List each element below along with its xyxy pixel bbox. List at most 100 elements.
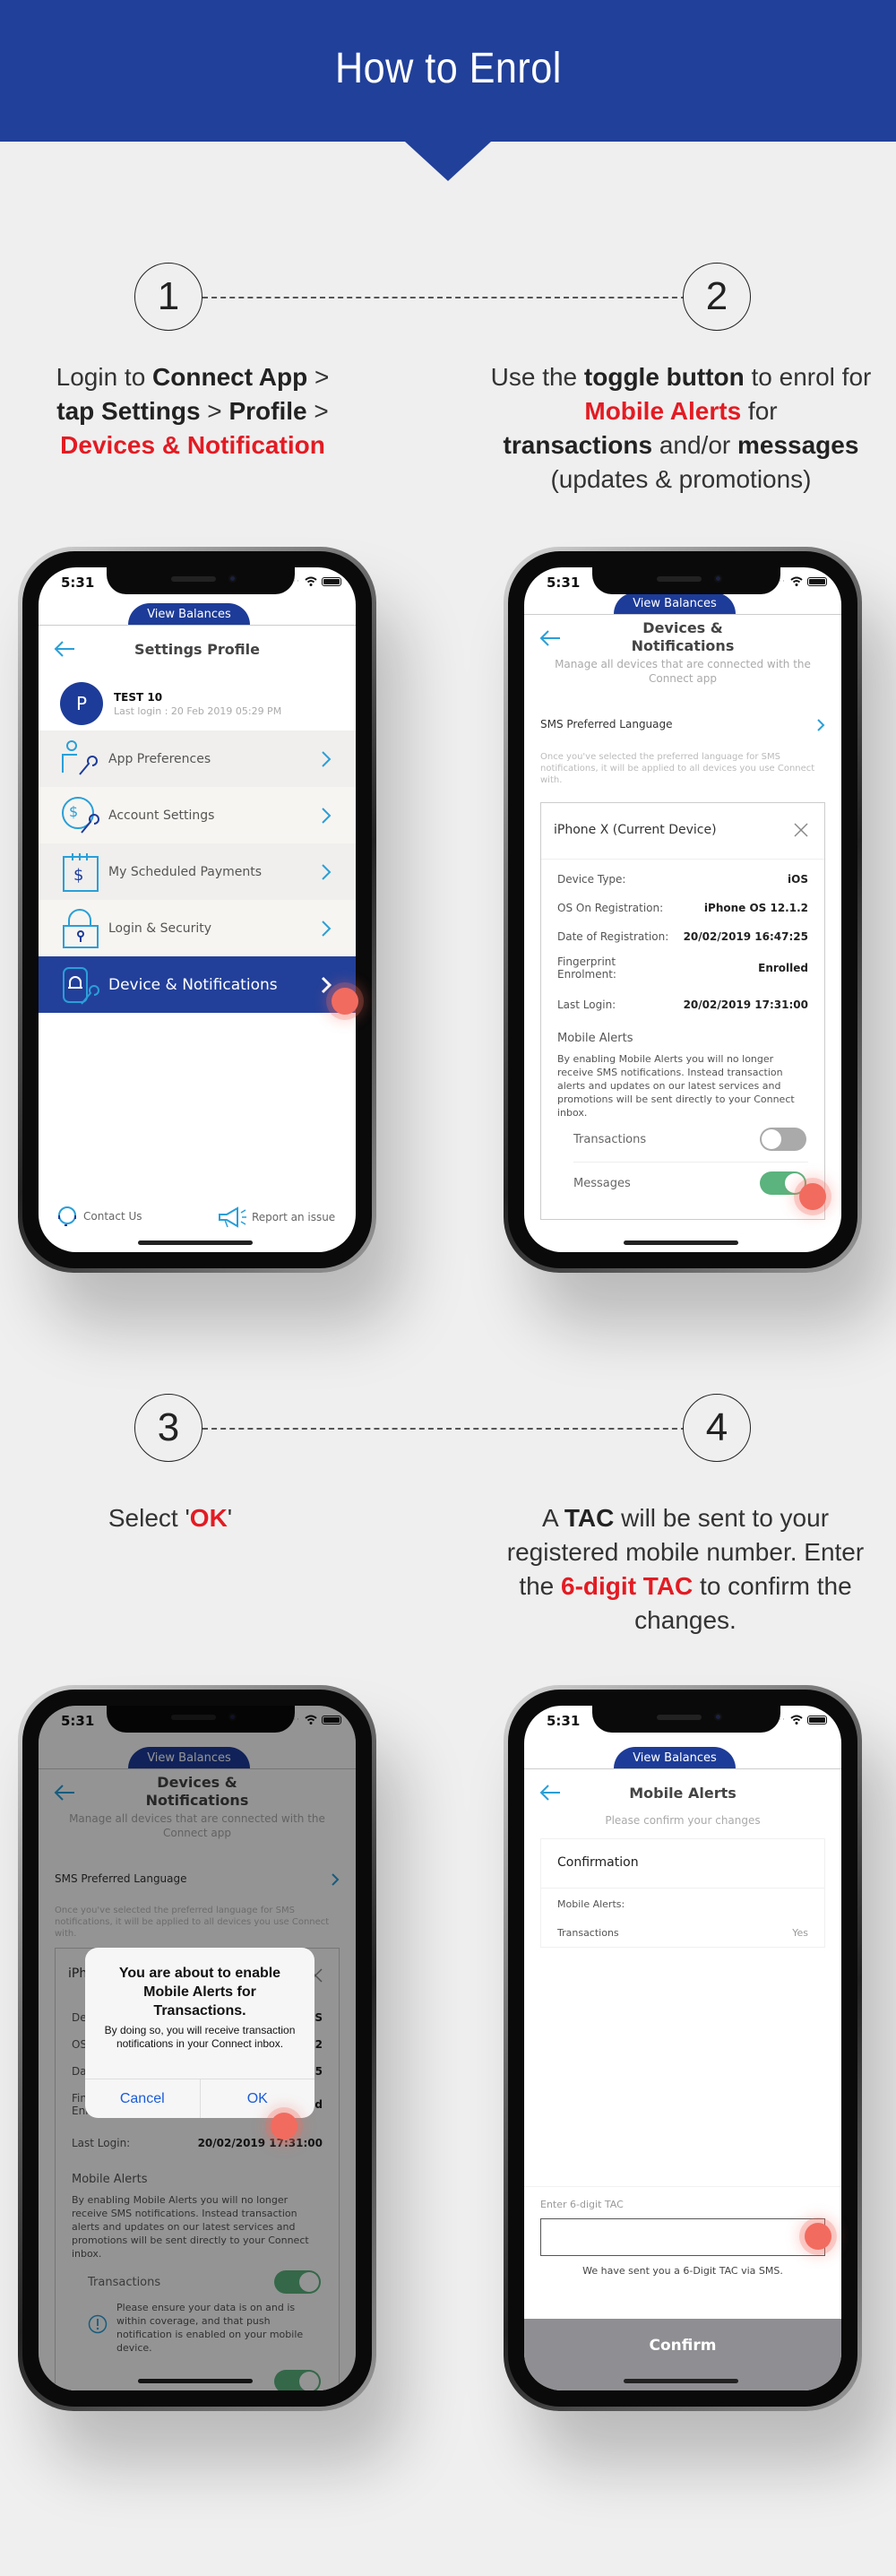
- text-bold: Connect App: [152, 363, 308, 391]
- svg-text:$: $: [73, 866, 83, 885]
- phone-step-1: 5:31 ···· View Balances Settings Profile…: [18, 547, 376, 1273]
- menu-label: My Scheduled Payments: [108, 864, 263, 879]
- sms-language-label: SMS Preferred Language: [540, 718, 673, 730]
- menu-item-account-settings[interactable]: $ Account Settings: [39, 787, 356, 843]
- step-connector-1-2: [202, 297, 686, 298]
- text: ': [227, 1504, 233, 1532]
- devices-notifications-screen: 5:31 ···· View Balances Devices &Notific…: [524, 567, 841, 1252]
- devices-notifications-dialog-screen: 5:31 ···· View Balances Devices &Notific…: [39, 1706, 356, 2390]
- chevron-right-icon: [322, 920, 332, 937]
- view-balances-tab[interactable]: View Balances: [614, 1747, 736, 1768]
- contact-us-label: Contact Us: [83, 1210, 142, 1223]
- text-highlight: Devices & Notification: [60, 431, 325, 459]
- battery-icon: [807, 576, 827, 586]
- chevron-right-icon: [322, 807, 332, 824]
- device-card: iPhone X (Current Device) Device Type: iO…: [540, 802, 825, 1220]
- view-balances-tab[interactable]: View Balances: [128, 603, 250, 625]
- battery-icon: [322, 576, 341, 586]
- home-indicator: [624, 1240, 738, 1245]
- dialog-cancel-button[interactable]: Cancel: [85, 2079, 201, 2118]
- page-title: How to Enrol: [334, 44, 562, 92]
- step-3-instruction: Select 'OK': [36, 1501, 305, 1535]
- confirmation-section: Mobile Alerts:: [557, 1898, 625, 1910]
- menu-label: Login & Security: [108, 921, 212, 936]
- kv-value: 20/02/2019 16:47:25: [683, 930, 808, 943]
- kv-label: Device Type:: [557, 873, 626, 886]
- text: >: [306, 397, 329, 425]
- text-bold: toggle button: [583, 363, 745, 391]
- last-login-row: Last Login: 20/02/2019 17:31:00: [557, 998, 808, 1011]
- banner-pointer: [405, 142, 491, 181]
- contact-us-link[interactable]: Contact Us: [55, 1204, 142, 1229]
- back-arrow-icon[interactable]: [53, 639, 76, 659]
- registration-date-row: Date of Registration: 20/02/2019 16:47:25: [557, 930, 808, 943]
- step-number-1: 1: [134, 263, 202, 331]
- phone-notch: [592, 1706, 780, 1733]
- text-bold: tap Settings: [56, 397, 201, 425]
- step-4-instruction: A TAC will be sent to your registered mo…: [493, 1501, 878, 1638]
- dialog-ok-button[interactable]: OK: [201, 2079, 315, 2118]
- chevron-right-icon: [817, 719, 825, 731]
- text: and/or: [652, 431, 737, 459]
- status-time: 5:31: [547, 575, 581, 591]
- wifi-icon: [790, 1715, 803, 1725]
- fingerprint-row: Fingerprint Enrolment: Enrolled: [557, 955, 808, 981]
- screen-title: Mobile Alerts: [629, 1785, 737, 1802]
- menu-label: Device & Notifications: [108, 975, 278, 994]
- menu-item-login-security[interactable]: Login & Security: [39, 900, 356, 956]
- step-number-2: 2: [683, 263, 751, 331]
- sms-preferred-language-row[interactable]: SMS Preferred Language: [540, 718, 825, 732]
- kv-label: Transactions: [557, 1927, 619, 1939]
- menu-item-app-preferences[interactable]: App Preferences: [39, 730, 356, 787]
- tac-label: Enter 6-digit TAC: [540, 2199, 624, 2210]
- kv-label: Date of Registration:: [557, 930, 669, 943]
- transactions-toggle[interactable]: [760, 1128, 806, 1151]
- kv-value: Enrolled: [758, 962, 808, 974]
- view-balances-tab[interactable]: View Balances: [614, 592, 736, 614]
- status-time: 5:31: [61, 575, 95, 591]
- wifi-icon: [305, 576, 317, 586]
- status-time: 5:31: [547, 1713, 581, 1729]
- screen-subtitle: Please confirm your changes: [605, 1814, 761, 1827]
- sms-language-note: Once you've selected the preferred langu…: [540, 752, 815, 785]
- report-issue-link[interactable]: Report an issue: [218, 1206, 335, 1229]
- phone-bell-wrench-icon: [63, 966, 99, 1005]
- divider: [39, 625, 356, 626]
- text: Use the: [490, 363, 584, 391]
- screen-title: Devices & Notifications: [569, 619, 797, 655]
- menu-item-scheduled-payments[interactable]: $ My Scheduled Payments: [39, 843, 356, 900]
- kv-value: Yes: [792, 1927, 808, 1939]
- screen-title: Settings Profile: [134, 641, 260, 658]
- chevron-right-icon: [321, 976, 332, 993]
- svg-text:$: $: [69, 803, 78, 820]
- step-number-3: 3: [134, 1394, 202, 1462]
- tac-input[interactable]: [540, 2218, 825, 2256]
- headset-icon: [58, 1206, 76, 1226]
- confirmation-card: Confirmation Mobile Alerts: Transactions…: [540, 1838, 825, 1948]
- battery-icon: [807, 1715, 827, 1725]
- kv-value: iPhone OS 12.1.2: [703, 902, 808, 914]
- how-to-enrol-page: How to Enrol 1 2 Login to Connect App > …: [0, 0, 896, 2576]
- text: >: [200, 397, 229, 425]
- divider: [524, 1768, 841, 1769]
- menu-item-device-notifications[interactable]: Device & Notifications: [39, 956, 356, 1013]
- phone-step-4: 5:31 ···· View Balances Mobile Alerts Pl…: [504, 1685, 862, 2411]
- device-card-title: iPhone X (Current Device): [554, 823, 717, 837]
- device-type-row: Device Type: iOS: [557, 873, 808, 886]
- phone-notch: [107, 567, 295, 594]
- text-bold: Profile: [228, 397, 307, 425]
- os-registration-row: OS On Registration: iPhone OS 12.1.2: [557, 902, 808, 914]
- text-bold: transactions: [503, 431, 653, 459]
- close-icon[interactable]: [794, 823, 808, 837]
- step-1-instruction: Login to Connect App > tap Settings > Pr…: [36, 360, 349, 462]
- menu-label: Account Settings: [108, 808, 215, 823]
- chevron-right-icon: [322, 750, 332, 767]
- text: Login to: [56, 363, 153, 391]
- text: (updates & promotions): [550, 465, 812, 493]
- back-arrow-icon[interactable]: [538, 1783, 562, 1802]
- user-profile: P TEST 10 Last login : 20 Feb 2019 05:29…: [60, 682, 281, 725]
- tap-indicator: [799, 1183, 826, 1210]
- confirm-enable-dialog: You are about to enable Mobile Alerts fo…: [85, 1948, 314, 2118]
- kv-value: 20/02/2019 17:31:00: [683, 998, 808, 1011]
- back-arrow-icon[interactable]: [538, 628, 562, 648]
